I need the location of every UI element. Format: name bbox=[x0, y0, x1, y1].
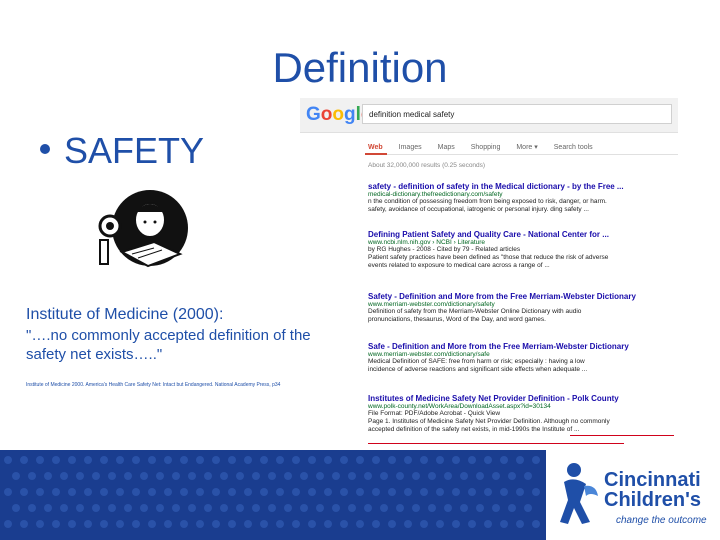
highlight-underline bbox=[570, 435, 674, 436]
result-snippet: Patient safety practices have been defin… bbox=[368, 254, 609, 261]
result-snippet: by RG Hughes - 2008 - Cited by 79 - Rela… bbox=[368, 246, 521, 253]
result-title-link[interactable]: Safety - Definition and More from the Fr… bbox=[368, 292, 678, 301]
iom-quote: "….no commonly accepted definition of th… bbox=[26, 326, 346, 364]
bullet-dot-icon bbox=[40, 144, 50, 155]
result-snippet: accepted definition of the safety net ex… bbox=[368, 426, 580, 433]
tab-images[interactable]: Images bbox=[399, 144, 422, 151]
search-result: Defining Patient Safety and Quality Care… bbox=[368, 230, 678, 270]
result-url: www.merriam-webster.com/dictionary/safet… bbox=[368, 301, 495, 308]
result-url: www.merriam-webster.com/dictionary/safe bbox=[368, 351, 490, 358]
search-result: Safety - Definition and More from the Fr… bbox=[368, 292, 678, 324]
result-snippet: pronunciations, thesaurus, Word of the D… bbox=[368, 316, 546, 323]
tab-web[interactable]: Web bbox=[368, 144, 383, 151]
highlight-underline bbox=[368, 443, 624, 444]
search-result: Institutes of Medicine Safety Net Provid… bbox=[368, 394, 678, 434]
tab-more[interactable]: More ▾ bbox=[516, 144, 537, 151]
result-title-link[interactable]: Safe - Definition and More from the Free… bbox=[368, 342, 678, 351]
result-url: www.ncbi.nlm.nih.gov › NCBI › Literature bbox=[368, 239, 486, 246]
person-reading-clipart bbox=[98, 190, 188, 268]
result-url: www.polk-county.net/WorkArea/DownloadAss… bbox=[368, 403, 551, 410]
result-title-link[interactable]: safety - definition of safety in the Med… bbox=[368, 182, 678, 191]
slide-title: Definition bbox=[272, 44, 448, 91]
bullet-text: SAFETY bbox=[64, 130, 205, 171]
result-snippet: events related to exposure to medical ca… bbox=[368, 262, 550, 269]
bullet-item: SAFETY bbox=[40, 130, 204, 172]
search-input[interactable]: definition medical safety bbox=[362, 104, 672, 124]
iom-heading: Institute of Medicine (2000): bbox=[26, 306, 224, 323]
search-result: Safe - Definition and More from the Free… bbox=[368, 342, 678, 374]
result-snippet: incidence of adverse reactions and signi… bbox=[368, 366, 588, 373]
brand-name: Cincinnati Children's bbox=[604, 470, 701, 510]
result-snippet: Page 1. Institutes of Medicine Safety Ne… bbox=[368, 418, 610, 425]
search-header: Google definition medical safety bbox=[300, 98, 678, 133]
result-stats: About 32,000,000 results (0.25 seconds) bbox=[368, 162, 486, 169]
result-url: medical-dictionary.thefreedictionary.com… bbox=[368, 191, 503, 198]
result-snippet: n the condition of possessing freedom fr… bbox=[368, 198, 607, 205]
brand-name-line: Cincinnati bbox=[604, 469, 701, 491]
tab-shopping[interactable]: Shopping bbox=[471, 144, 501, 151]
tab-maps[interactable]: Maps bbox=[438, 144, 455, 151]
tab-search-tools[interactable]: Search tools bbox=[554, 144, 593, 151]
result-title-link[interactable]: Institutes of Medicine Safety Net Provid… bbox=[368, 394, 678, 403]
tabs-divider bbox=[365, 154, 678, 155]
result-snippet: Medical Definition of SAFE: free from ha… bbox=[368, 358, 585, 365]
cincinnati-childrens-logo-icon bbox=[560, 463, 598, 524]
result-title-link[interactable]: Defining Patient Safety and Quality Care… bbox=[368, 230, 678, 239]
result-snippet: Definition of safety from the Merriam-We… bbox=[368, 308, 582, 315]
result-snippet: safety, avoidance of occupational, iatro… bbox=[368, 206, 589, 213]
quote-line: safety net exists….." bbox=[26, 346, 163, 363]
search-result: safety - definition of safety in the Med… bbox=[368, 182, 678, 214]
brand-tagline: change the outcome bbox=[616, 515, 707, 526]
active-tab-indicator bbox=[365, 153, 387, 155]
result-snippet: File Format: PDF/Adobe Acrobat - Quick V… bbox=[368, 410, 501, 417]
search-tabs: Web Images Maps Shopping More ▾ Search tools bbox=[368, 143, 609, 151]
quote-line: "….no commonly accepted definition of th… bbox=[26, 327, 311, 344]
brand-name-line: Children's bbox=[604, 489, 701, 511]
citation: Institute of Medicine 2000. America's He… bbox=[26, 382, 281, 388]
